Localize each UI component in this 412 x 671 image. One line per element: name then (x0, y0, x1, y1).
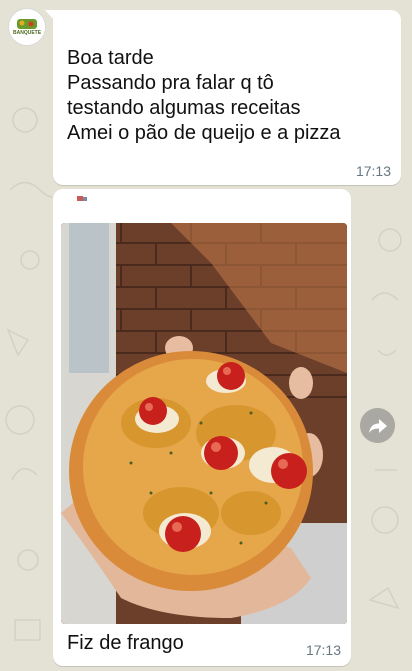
avatar-label: BANQUETE (13, 30, 42, 36)
message-bubble-text[interactable]: Boa tarde Passando pra falar q tô testan… (53, 10, 401, 185)
message-timestamp: 17:13 (355, 163, 391, 179)
forwarded-icon (77, 196, 87, 201)
contact-avatar[interactable]: BANQUETE (8, 8, 46, 46)
message-timestamp: 17:13 (305, 642, 341, 658)
pizza-image (61, 223, 347, 624)
forward-share-icon (368, 418, 387, 433)
brand-logo-icon (17, 19, 37, 29)
pizza-photo[interactable] (61, 223, 347, 624)
message-text: Boa tarde Passando pra falar q tô testan… (67, 47, 341, 144)
forward-share-button[interactable] (360, 408, 395, 443)
message-bubble-image[interactable]: Fiz de frango 17:13 (53, 189, 351, 666)
image-caption: Fiz de frango (67, 632, 184, 654)
